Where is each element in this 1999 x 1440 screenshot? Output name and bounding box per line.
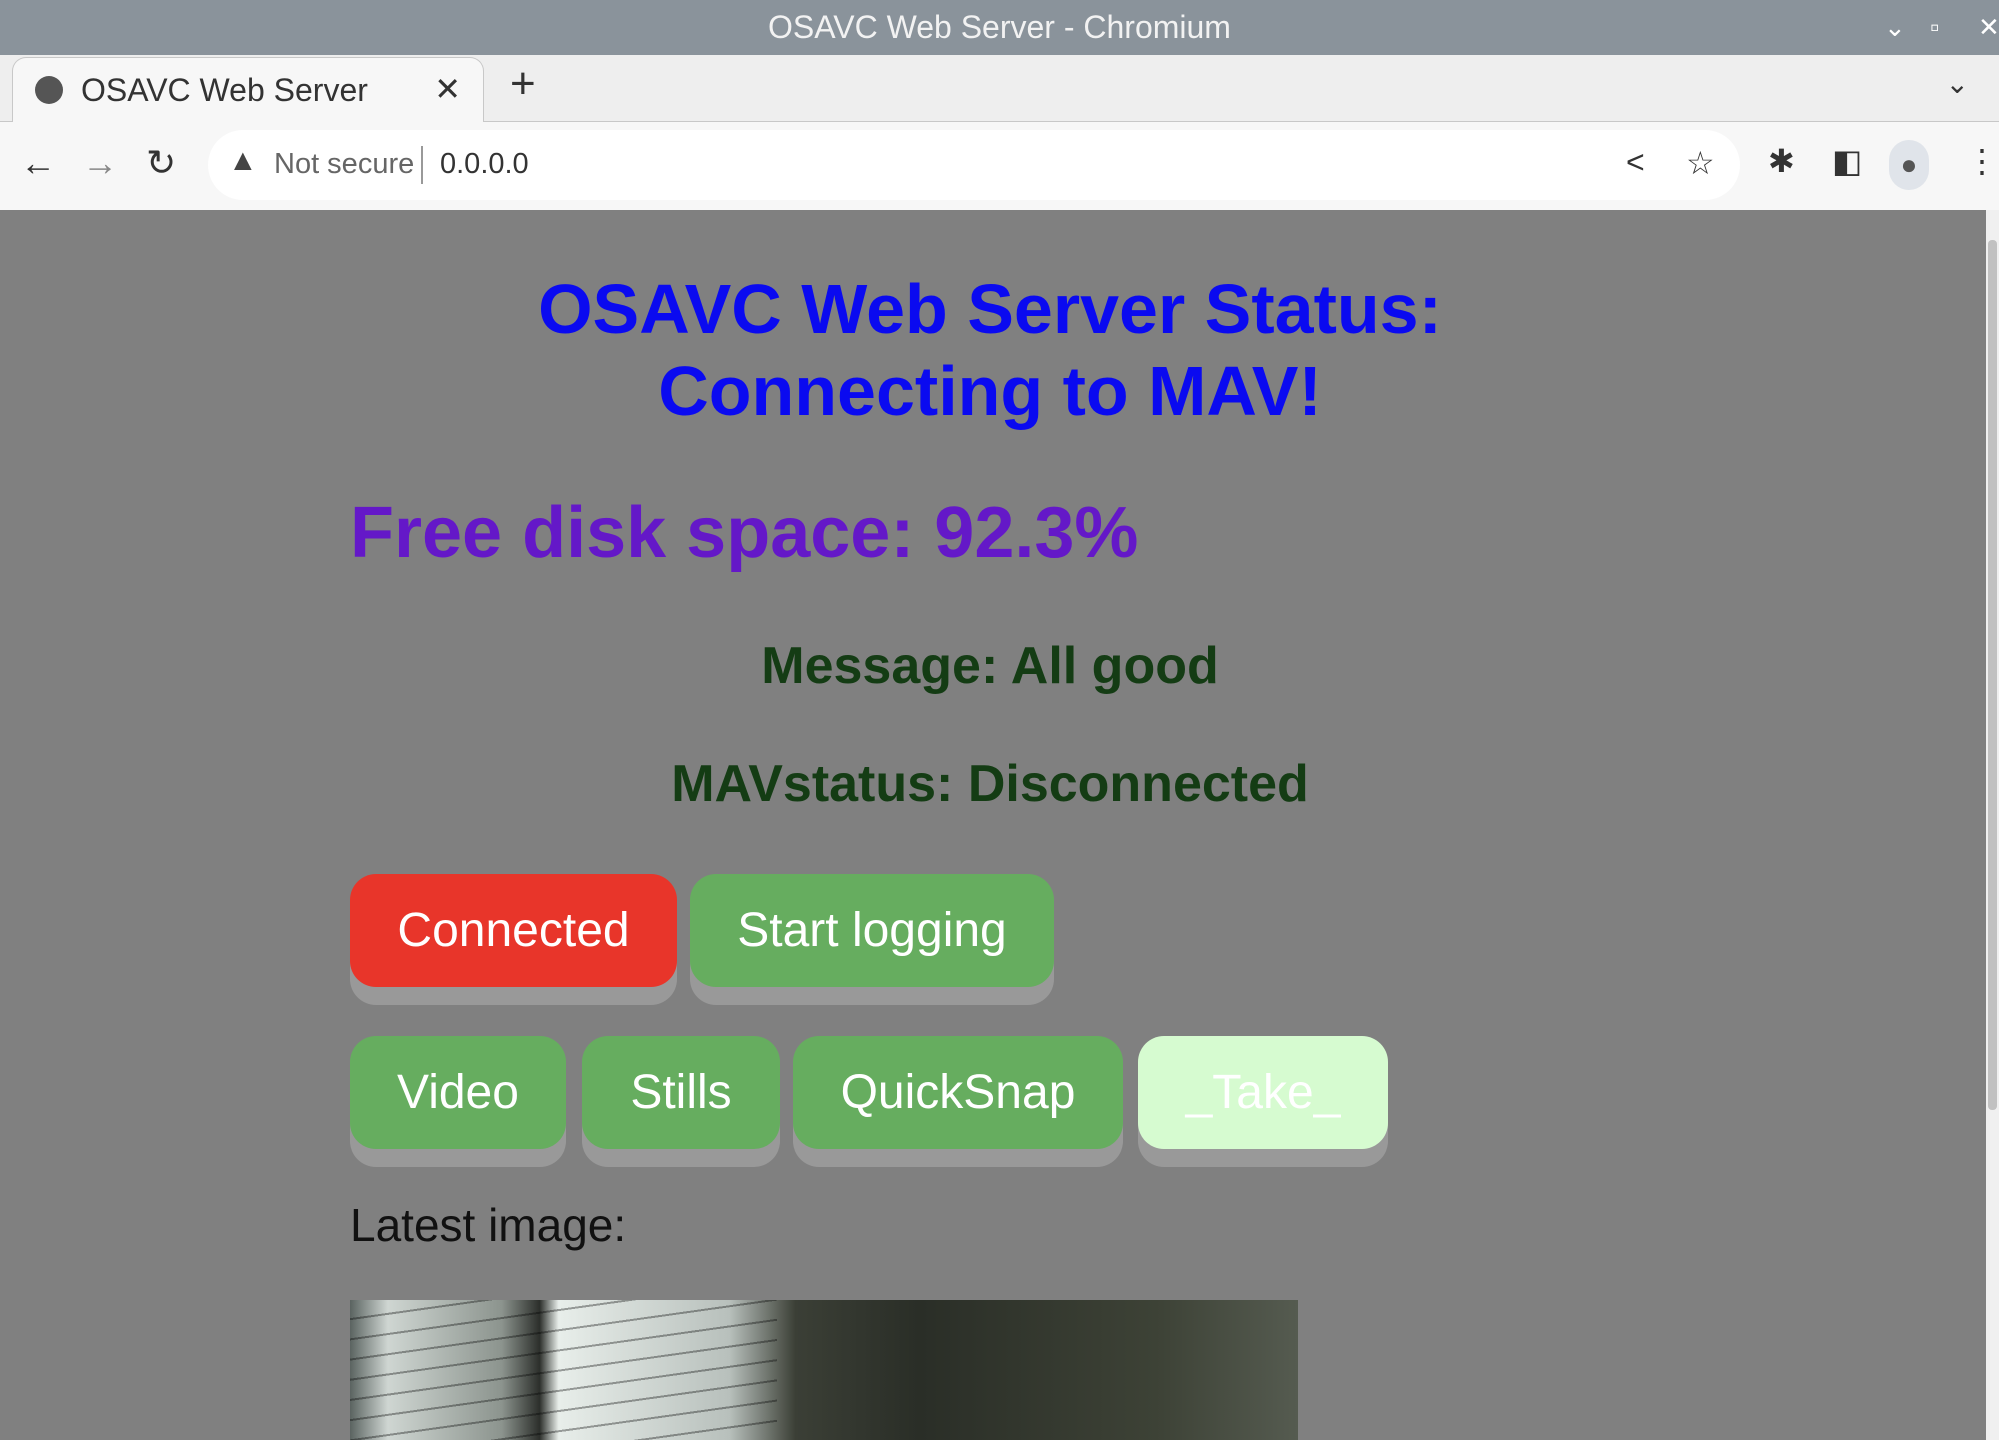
divider	[421, 146, 423, 184]
close-tab-icon[interactable]: ✕	[434, 70, 461, 108]
globe-icon	[35, 76, 63, 104]
warning-icon[interactable]: ▲	[228, 144, 258, 178]
tab-title: OSAVC Web Server	[81, 72, 368, 108]
title-line-2: Connecting to MAV!	[658, 352, 1322, 430]
latest-image	[350, 1300, 1298, 1440]
browser-toolbar: ← → ↻ ▲ Not secure 0.0.0.0 < ☆ ✱ ◧ ● ⋮	[0, 122, 1999, 210]
page-title: OSAVC Web Server Status: Connecting to MA…	[0, 268, 1980, 432]
menu-icon[interactable]: ⋮	[1966, 142, 1998, 180]
window-title: OSAVC Web Server - Chromium	[768, 9, 1231, 45]
tab-strip: OSAVC Web Server ✕ + ⌄	[0, 55, 1999, 123]
scrollbar-thumb[interactable]	[1988, 240, 1997, 1110]
maximize-icon[interactable]: ▫	[1930, 0, 1939, 55]
forward-icon[interactable]: →	[82, 142, 118, 184]
back-icon[interactable]: ←	[20, 142, 56, 184]
video-button[interactable]: Video	[350, 1036, 566, 1149]
star-icon[interactable]: ☆	[1686, 144, 1715, 182]
start-logging-button[interactable]: Start logging	[690, 874, 1054, 987]
url-text[interactable]: 0.0.0.0	[440, 148, 529, 181]
mav-status: MAVstatus: Disconnected	[671, 755, 1309, 813]
share-icon[interactable]: <	[1626, 144, 1645, 181]
title-line-1: OSAVC Web Server Status:	[538, 270, 1442, 348]
tab-osavc[interactable]: OSAVC Web Server ✕	[12, 57, 484, 123]
close-window-icon[interactable]: ✕	[1978, 0, 1999, 55]
take-button[interactable]: _Take_	[1138, 1036, 1388, 1149]
stills-button[interactable]: Stills	[582, 1036, 780, 1149]
quicksnap-button[interactable]: QuickSnap	[793, 1036, 1123, 1149]
window-titlebar: OSAVC Web Server - Chromium	[0, 0, 1999, 55]
minimize-icon[interactable]: ⌄	[1884, 0, 1906, 55]
reload-icon[interactable]: ↻	[146, 142, 176, 184]
chevron-down-icon[interactable]: ⌄	[1946, 67, 1969, 100]
scrollbar[interactable]	[1986, 210, 1999, 1440]
address-bar[interactable]: ▲ Not secure 0.0.0.0 < ☆	[208, 130, 1740, 200]
security-label[interactable]: Not secure	[274, 148, 414, 181]
side-panel-icon[interactable]: ◧	[1832, 142, 1862, 180]
connected-button[interactable]: Connected	[350, 874, 677, 987]
extensions-icon[interactable]: ✱	[1768, 142, 1795, 180]
message-status: Message: All good	[761, 637, 1219, 695]
new-tab-icon[interactable]: +	[510, 59, 536, 109]
latest-image-label: Latest image:	[350, 1199, 627, 1251]
profile-icon[interactable]: ●	[1889, 140, 1929, 190]
disk-space: Free disk space: 92.3%	[350, 493, 1139, 573]
